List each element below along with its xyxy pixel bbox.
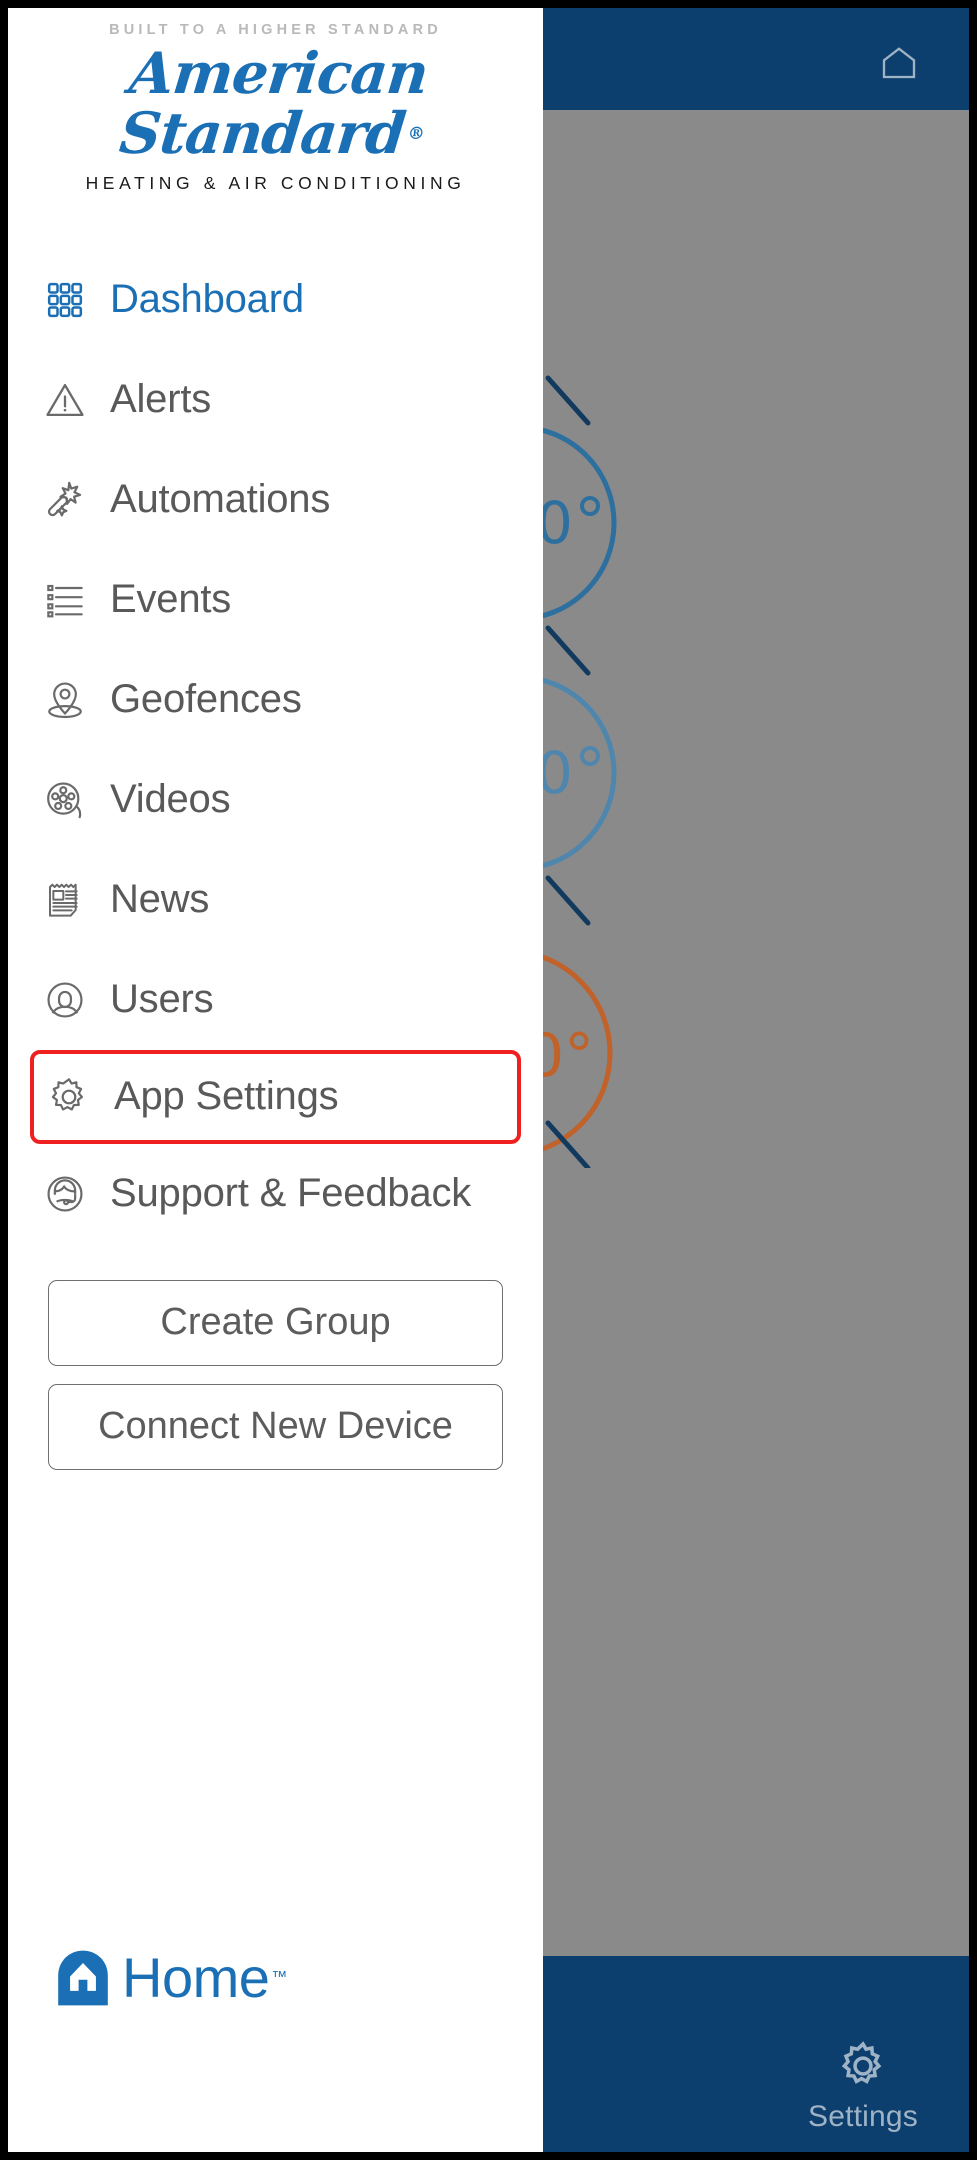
- sidebar-item-label: Events: [110, 577, 232, 622]
- home-brand-logo: Home ™: [52, 1945, 287, 2010]
- create-group-button[interactable]: Create Group: [48, 1279, 503, 1366]
- map-pin-icon: [42, 677, 88, 723]
- sidebar-item-app-settings[interactable]: App Settings: [30, 1049, 521, 1144]
- sidebar-item-geofences[interactable]: Geofences: [8, 650, 543, 750]
- sidebar-item-label: Videos: [110, 777, 231, 822]
- sidebar-item-support-feedback[interactable]: Support & Feedback: [8, 1144, 543, 1244]
- home-trademark: ™: [271, 1968, 288, 1986]
- app-root: 0 0 0° Settings BUILT TO A HIGHER STANDA…: [8, 8, 969, 2152]
- brand-subline: HEATING & AIR CONDITIONING: [85, 172, 466, 193]
- registered-mark: ®: [406, 123, 426, 144]
- sidebar-item-alerts[interactable]: Alerts: [8, 350, 543, 450]
- sidebar-item-label: Alerts: [110, 377, 212, 422]
- sidebar-item-videos[interactable]: Videos: [8, 750, 543, 850]
- brand-wordmark: American Standard®: [8, 40, 543, 167]
- navigation-drawer: BUILT TO A HIGHER STANDARD American Stan…: [8, 8, 543, 2152]
- sidebar-item-news[interactable]: News: [8, 850, 543, 950]
- sidebar-item-events[interactable]: Events: [8, 550, 543, 650]
- list-icon: [42, 577, 88, 623]
- sidebar-item-label: Dashboard: [110, 277, 304, 322]
- magic-wand-icon: [42, 477, 88, 523]
- grid-icon: [42, 277, 88, 323]
- brand-tagline: BUILT TO A HIGHER STANDARD: [109, 22, 442, 38]
- sidebar-item-label: Geofences: [110, 677, 302, 722]
- home-outline-icon[interactable]: [877, 42, 921, 82]
- home-brand-label: Home: [122, 1946, 270, 2009]
- connect-new-device-button[interactable]: Connect New Device: [48, 1383, 503, 1470]
- nav-list: Dashboard Alerts Automations Events Geof…: [8, 250, 543, 1244]
- tab-settings[interactable]: Settings: [783, 2038, 943, 2134]
- brand-wordmark-text: American Standard: [116, 40, 431, 167]
- sidebar-item-label: Support & Feedback: [110, 1171, 472, 1216]
- film-reel-icon: [42, 777, 88, 823]
- sidebar-item-label: Users: [110, 977, 214, 1022]
- sidebar-item-automations[interactable]: Automations: [8, 450, 543, 550]
- user-circle-icon: [42, 977, 88, 1023]
- home-badge-icon: [58, 1950, 108, 2005]
- sidebar-item-label: News: [110, 877, 210, 922]
- tab-settings-label: Settings: [808, 2100, 918, 2133]
- sidebar-item-dashboard[interactable]: Dashboard: [8, 250, 543, 350]
- drawer-actions: Create Group Connect New Device: [8, 1279, 543, 1470]
- warning-triangle-icon: [42, 377, 88, 423]
- sidebar-item-users[interactable]: Users: [8, 950, 543, 1050]
- newspaper-icon: [42, 877, 88, 923]
- sidebar-item-label: App Settings: [114, 1074, 339, 1119]
- gear-icon: [46, 1074, 92, 1120]
- sidebar-item-label: Automations: [110, 477, 331, 522]
- headset-icon: [42, 1171, 88, 1217]
- brand-header: BUILT TO A HIGHER STANDARD American Stan…: [8, 8, 543, 194]
- gear-icon: [841, 2041, 882, 2084]
